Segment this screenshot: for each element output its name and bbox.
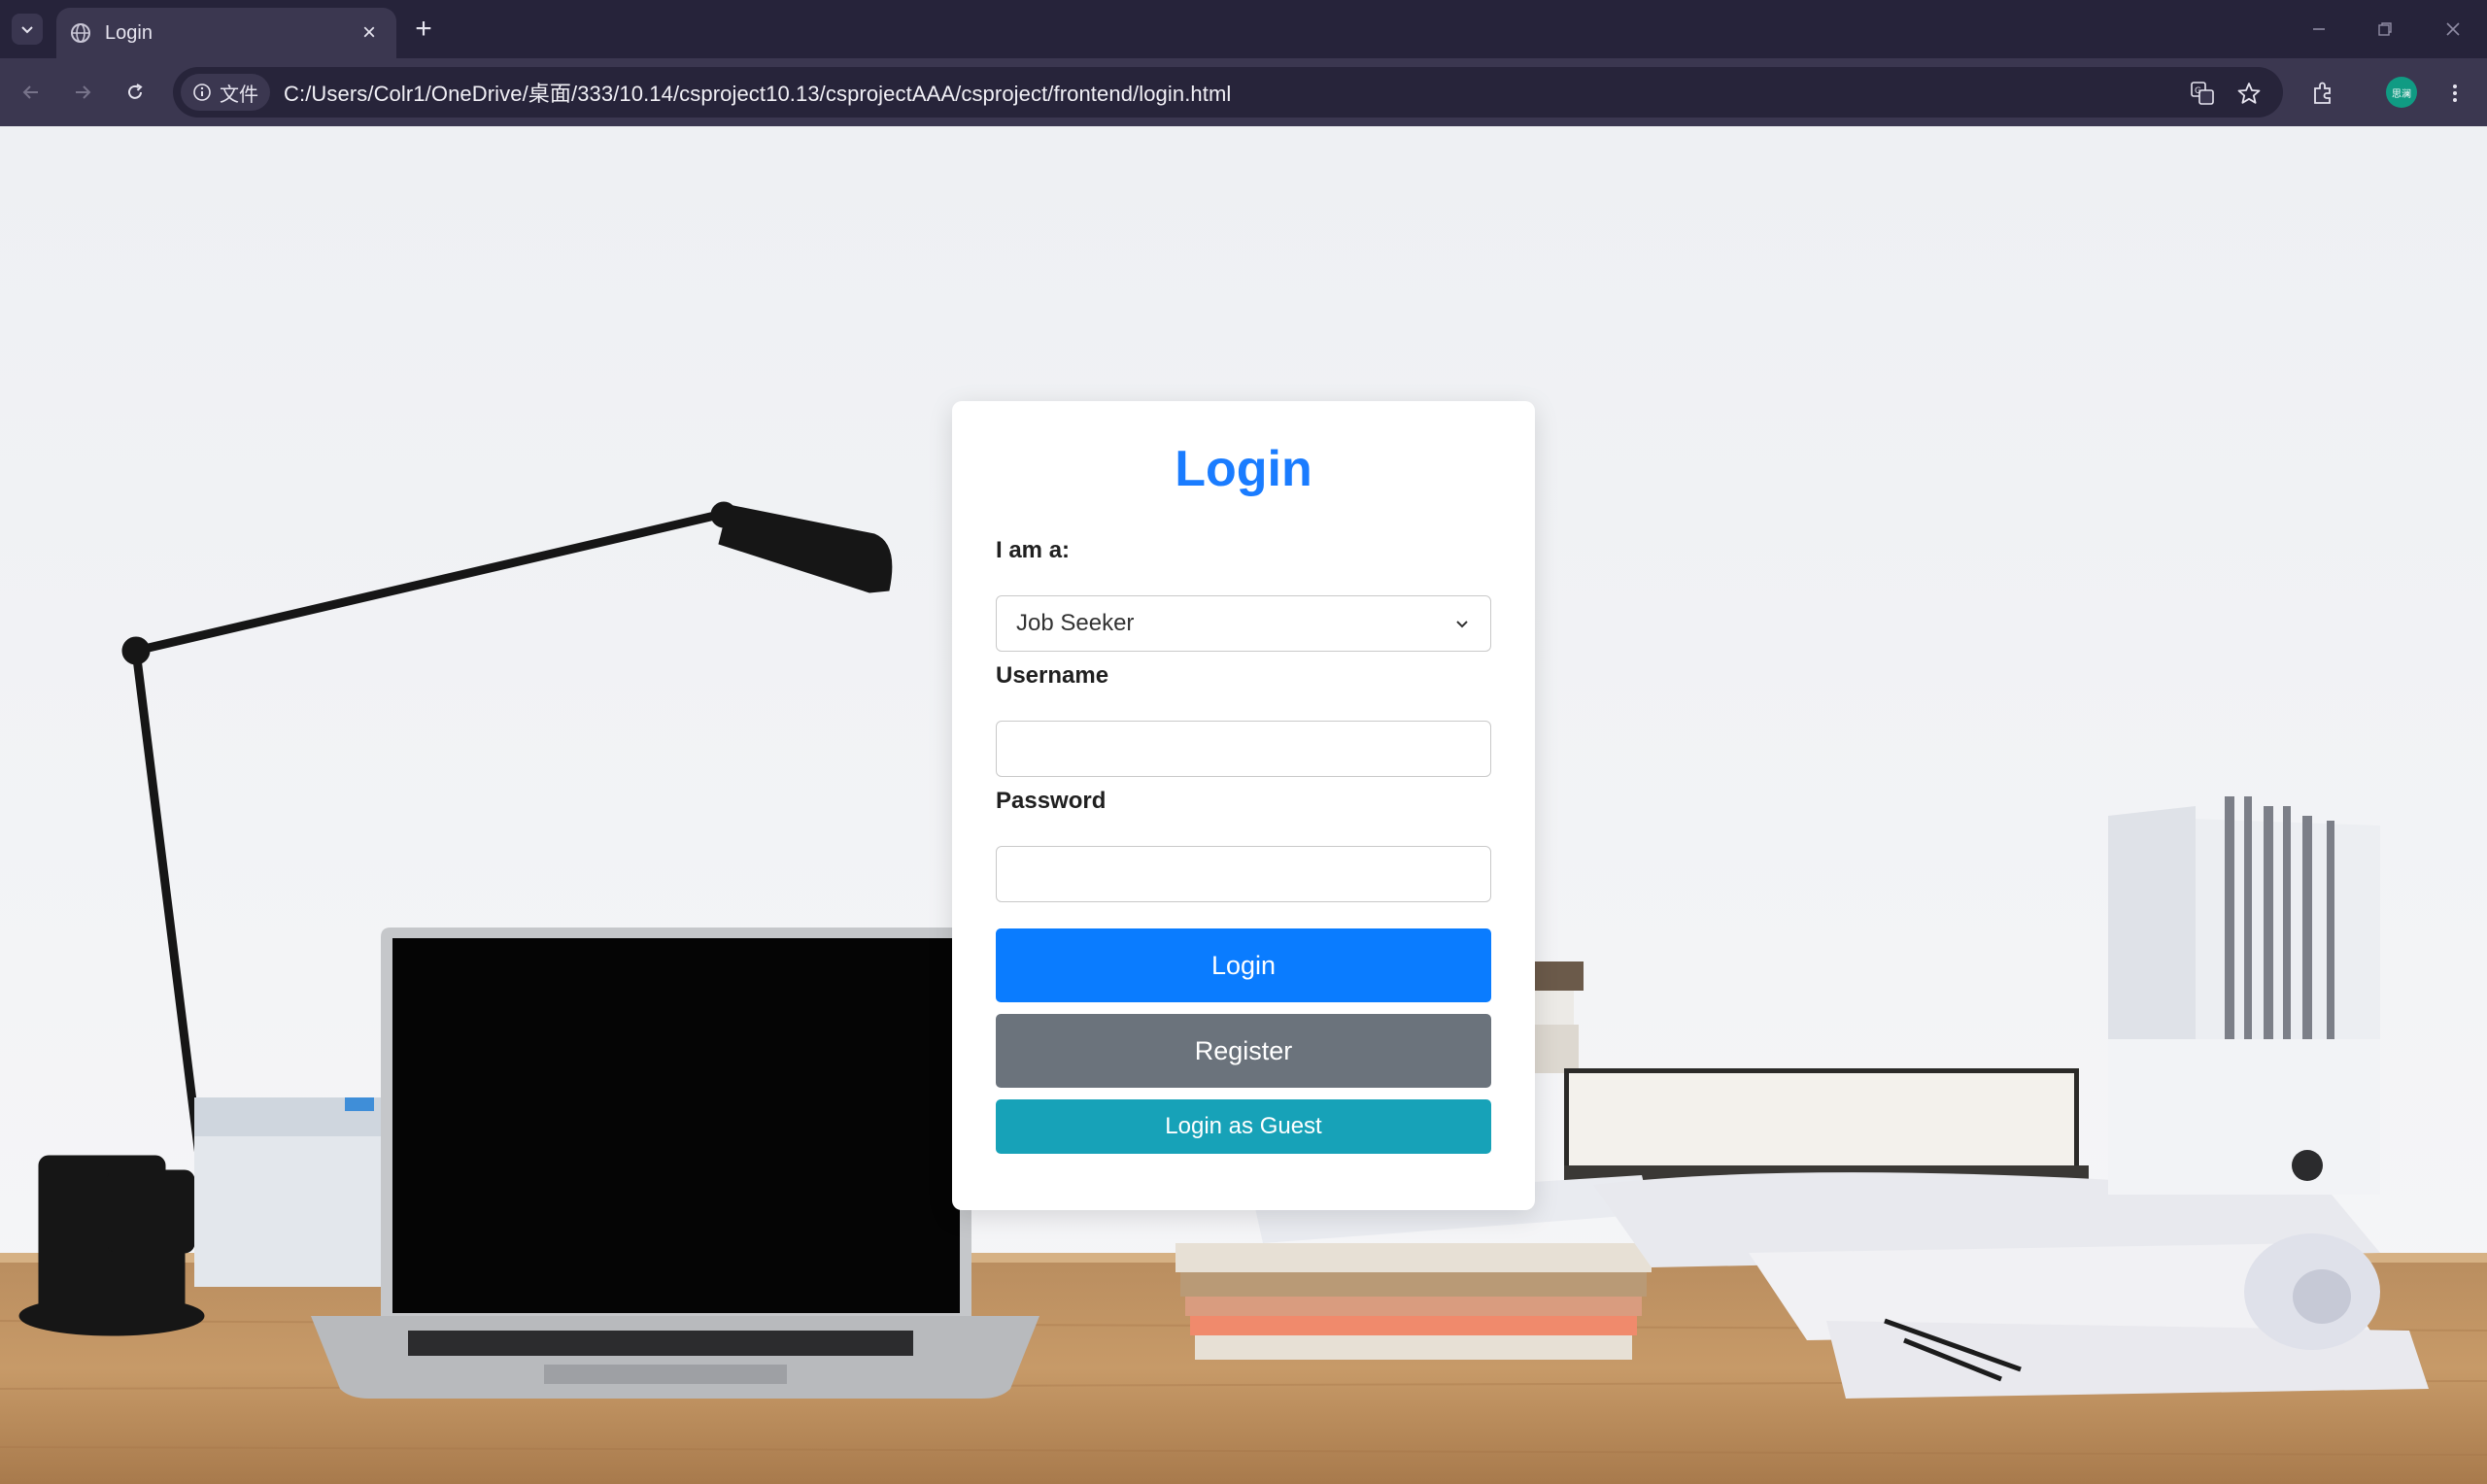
password-input[interactable] — [996, 846, 1491, 902]
login-card: Login I am a: Job Seeker Username Passwo… — [952, 401, 1535, 1210]
back-icon[interactable] — [14, 75, 49, 110]
login-button[interactable]: Login — [996, 928, 1491, 1002]
reload-icon[interactable] — [118, 75, 153, 110]
extensions-icon[interactable] — [2308, 79, 2337, 108]
role-select[interactable]: Job Seeker — [996, 595, 1491, 652]
plus-icon[interactable]: + — [408, 13, 439, 45]
restore-icon[interactable] — [2364, 10, 2406, 49]
avatar[interactable]: 思澜 — [2386, 77, 2417, 108]
tab-strip: Login × + — [0, 0, 2487, 58]
register-button[interactable]: Register — [996, 1014, 1491, 1088]
role-select-value: Job Seeker — [1016, 610, 1135, 636]
role-label: I am a: — [996, 537, 1071, 563]
close-icon[interactable]: × — [356, 19, 383, 47]
tab-login[interactable]: Login × — [56, 8, 396, 58]
page-title: Login — [1175, 441, 1312, 497]
more-icon[interactable] — [2440, 79, 2470, 108]
globe-icon — [70, 22, 91, 44]
browser-toolbar: 文件 C:/Users/Colr1/OneDrive/桌面/333/10.14/… — [0, 58, 2487, 126]
svg-text:G: G — [2195, 86, 2201, 96]
username-label: Username — [996, 662, 1109, 689]
translate-icon[interactable]: G — [2188, 79, 2217, 108]
info-icon — [192, 83, 212, 102]
site-info-chip[interactable]: 文件 — [181, 74, 270, 111]
password-label: Password — [996, 788, 1107, 814]
star-icon[interactable] — [2234, 79, 2264, 108]
username-input[interactable] — [996, 721, 1491, 777]
tab-title: Login — [105, 21, 153, 44]
window-close-icon[interactable] — [2432, 10, 2474, 49]
guest-login-button[interactable]: Login as Guest — [996, 1099, 1491, 1154]
address-bar[interactable]: 文件 C:/Users/Colr1/OneDrive/桌面/333/10.14/… — [173, 67, 2283, 118]
site-chip-label: 文件 — [220, 84, 258, 106]
page-viewport: Login I am a: Job Seeker Username Passwo… — [0, 126, 2487, 1484]
tab-search-icon[interactable] — [12, 14, 43, 45]
minimize-icon[interactable] — [2298, 10, 2340, 49]
url-text[interactable]: C:/Users/Colr1/OneDrive/桌面/333/10.14/csp… — [284, 77, 1231, 108]
chevron-down-icon — [1453, 615, 1471, 632]
forward-icon[interactable] — [65, 75, 100, 110]
